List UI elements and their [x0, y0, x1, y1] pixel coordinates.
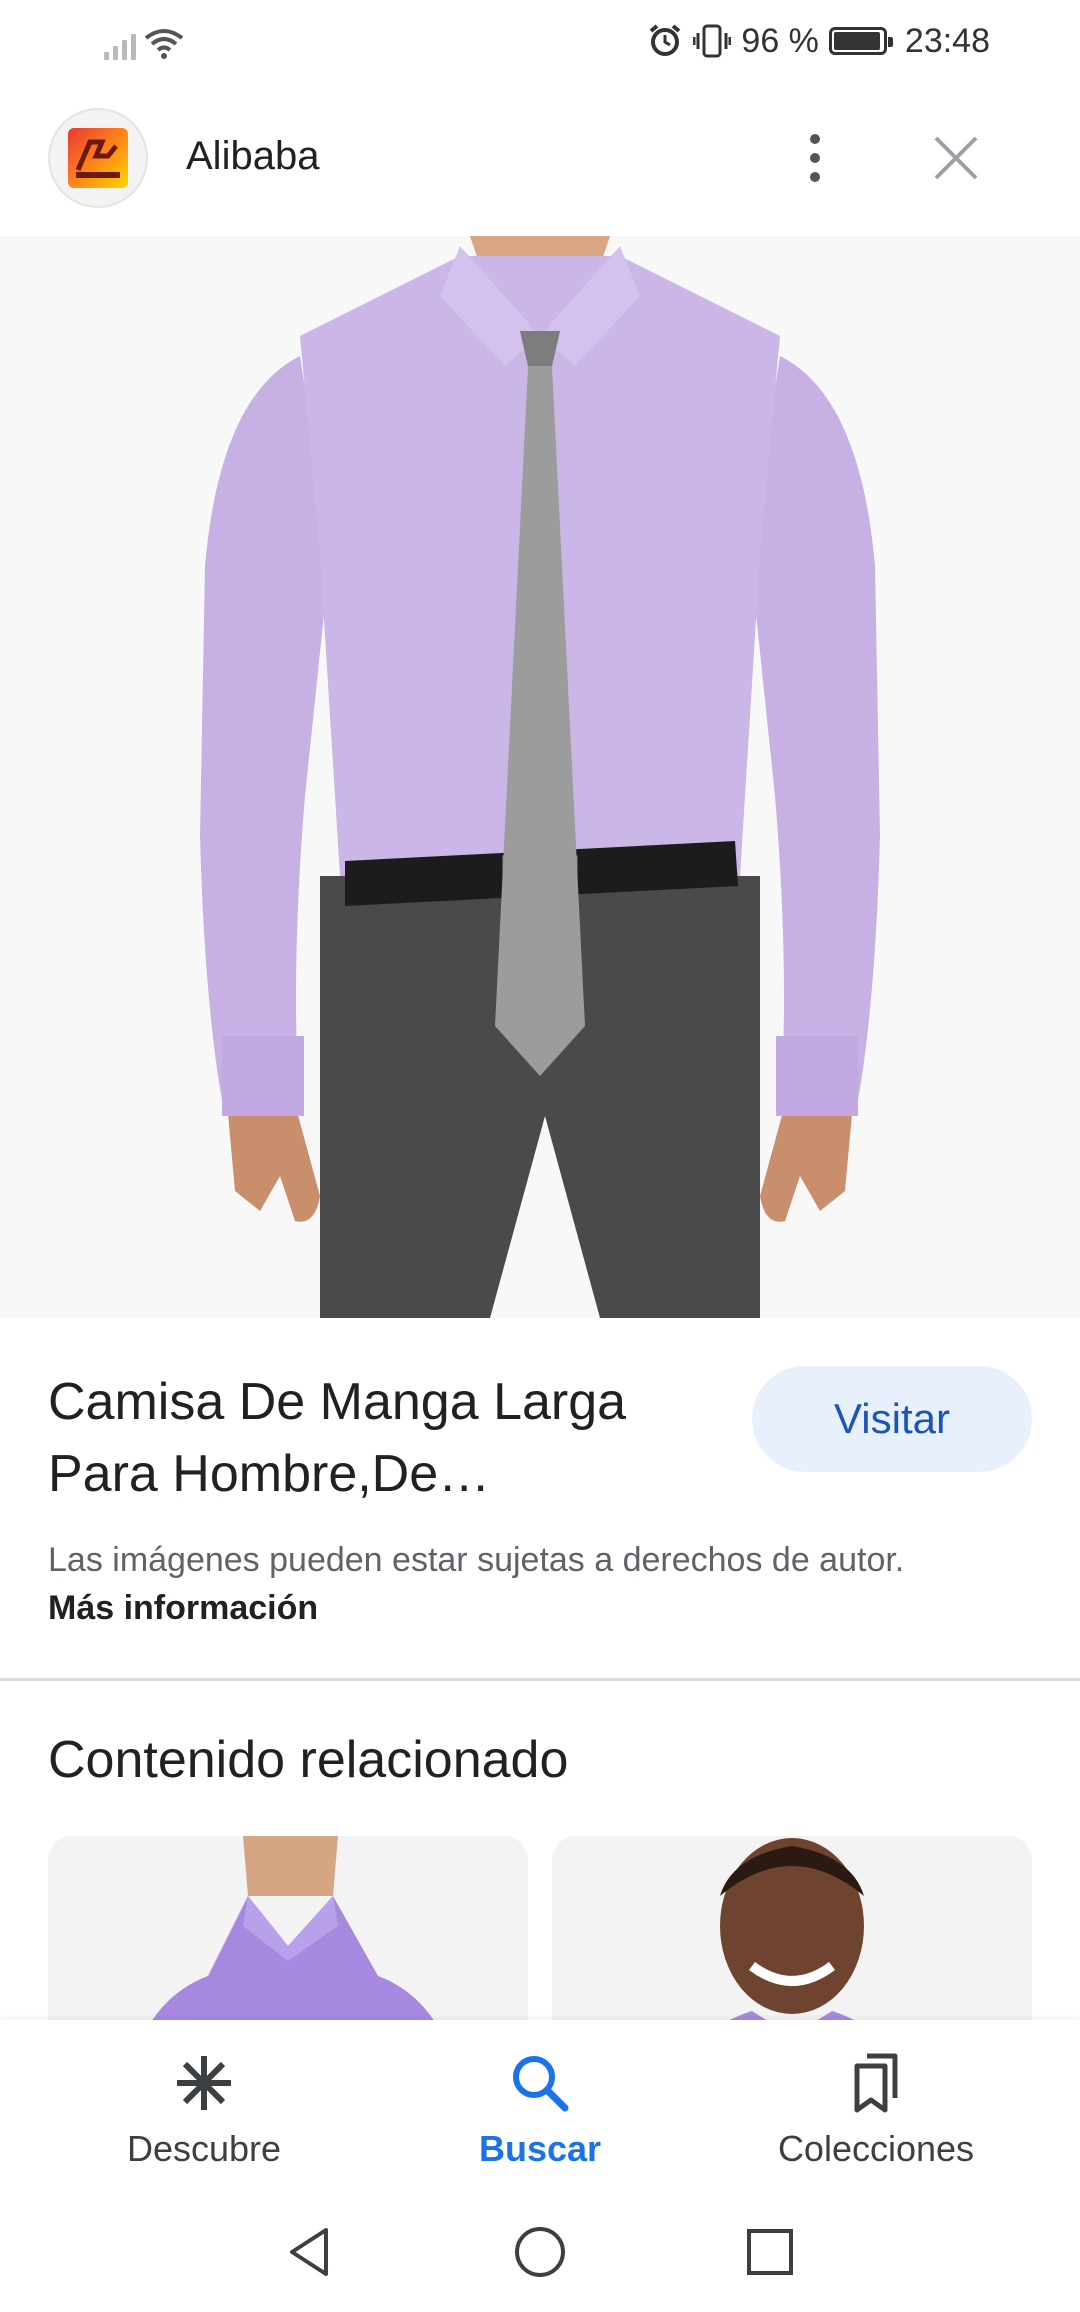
vibrate-icon [693, 24, 732, 58]
site-name[interactable]: Alibaba [186, 134, 319, 179]
system-navigation-bar [0, 2200, 1080, 2312]
close-icon[interactable] [928, 130, 984, 186]
bottom-navigation: Descubre Buscar Colecciones [0, 2020, 1080, 2200]
status-right: 96 % 23:48 [647, 18, 990, 64]
signal-icon [104, 28, 136, 60]
related-heading: Contenido relacionado [48, 1731, 569, 1789]
product-title[interactable]: Camisa De Manga Larga Para Hombre,De… [48, 1366, 688, 1510]
recents-icon[interactable] [742, 2224, 798, 2280]
more-options-icon[interactable] [790, 128, 840, 188]
asterisk-icon [177, 2056, 231, 2110]
nav-item-buscar[interactable]: Buscar [390, 2050, 690, 2170]
nav-item-descubre[interactable]: Descubre [54, 2050, 354, 2170]
wifi-icon [144, 29, 184, 59]
nav-label: Colecciones [777, 2128, 975, 2169]
visit-button[interactable]: Visitar [752, 1366, 1032, 1472]
bookmarks-icon [854, 2053, 898, 2113]
site-logo[interactable] [48, 108, 148, 208]
clock: 23:48 [904, 21, 990, 60]
nav-item-colecciones[interactable]: Colecciones [726, 2050, 1026, 2170]
copyright-notice: Las imágenes pueden estar sujetas a dere… [48, 1536, 948, 1632]
search-icon [513, 2056, 569, 2112]
battery-percent: 96 % [741, 21, 819, 60]
home-icon[interactable] [512, 2224, 568, 2280]
alarm-icon [650, 24, 681, 56]
divider [0, 1678, 1080, 1681]
back-icon[interactable] [282, 2224, 338, 2280]
nav-label: Buscar [478, 2128, 602, 2169]
battery-icon [828, 27, 893, 55]
connectivity-indicators [104, 20, 184, 60]
more-info-link[interactable]: Más información [48, 1589, 318, 1627]
nav-label: Descubre [126, 2128, 282, 2169]
viewer-header: Alibaba [0, 100, 1080, 220]
site-favicon-icon [68, 128, 128, 188]
product-image[interactable] [0, 236, 1080, 1318]
battery-level [833, 32, 880, 50]
copyright-text: Las imágenes pueden estar sujetas a dere… [48, 1541, 905, 1579]
product-photo [0, 236, 1080, 1318]
status-bar: 96 % 23:48 [0, 0, 1080, 82]
